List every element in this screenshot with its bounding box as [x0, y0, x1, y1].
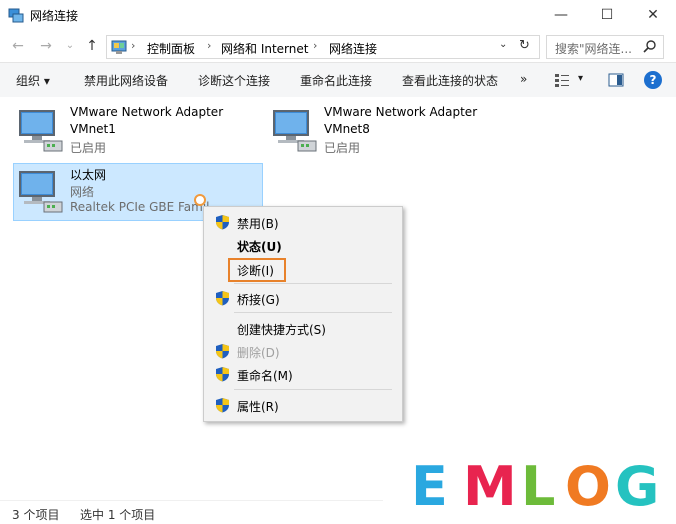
help-icon[interactable]: ?	[644, 71, 662, 89]
connection-status: 已启用	[324, 141, 361, 155]
menu-separator	[234, 389, 392, 390]
connection-network: VMnet1	[70, 122, 116, 136]
connection-network: VMnet8	[324, 122, 370, 136]
address-box[interactable]: › 控制面板 › 网络和 Internet › 网络连接 ⌄ ↻	[106, 35, 540, 59]
minimize-button[interactable]: —	[538, 0, 584, 30]
menu-item-label: 禁用(B)	[237, 217, 279, 231]
back-button[interactable]: ←	[8, 36, 28, 56]
breadcrumb-network-internet[interactable]: 网络和 Internet	[221, 40, 308, 57]
change-view-icon[interactable]	[554, 72, 570, 88]
emlog-watermark-logo: E M L O G	[383, 452, 676, 523]
menu-item-create-shortcut[interactable]: 创建快捷方式(S)	[204, 317, 402, 339]
menu-item-properties[interactable]: 属性(R)	[204, 394, 402, 416]
diagnose-connection-button[interactable]: 诊断这个连接	[198, 72, 270, 89]
uac-shield-icon	[216, 344, 229, 359]
watermark-letter: G	[615, 455, 660, 518]
menu-item-label: 桥接(G)	[237, 293, 280, 307]
menu-separator	[234, 283, 392, 284]
search-placeholder: 搜索"网络连...	[555, 42, 632, 56]
breadcrumb-separator: ›	[207, 39, 212, 52]
address-bar: ← → ⌄ ↑ › 控制面板 › 网络和 Internet › 网络连接 ⌄ ↻…	[0, 30, 676, 62]
connection-name: 以太网	[70, 168, 107, 182]
maximize-button[interactable]: ☐	[584, 0, 630, 30]
menu-item-label: 状态(U)	[237, 240, 282, 254]
connection-status: 已启用	[70, 141, 107, 155]
list-item[interactable]: VMware Network Adapter VMnet8 已启用	[268, 103, 498, 159]
menu-item-disable[interactable]: 禁用(B)	[204, 211, 402, 233]
list-item[interactable]: VMware Network Adapter VMnet1 已启用	[14, 103, 244, 159]
search-icon[interactable]	[643, 39, 657, 53]
watermark-letter: M	[463, 455, 517, 518]
uac-shield-icon	[216, 291, 229, 306]
network-adapter-icon	[19, 110, 63, 152]
rename-connection-button[interactable]: 重命名此连接	[300, 72, 372, 89]
menu-item-delete: 删除(D)	[204, 340, 402, 362]
forward-button[interactable]: →	[36, 36, 56, 56]
view-options-dropdown[interactable]: ▾	[578, 73, 583, 84]
menu-item-status[interactable]: 状态(U)	[204, 234, 402, 256]
organize-menu[interactable]: 组织 ▾	[16, 72, 50, 89]
annotation-highlight	[228, 258, 286, 282]
menu-item-bridge[interactable]: 桥接(G)	[204, 287, 402, 309]
connection-network: 网络	[70, 185, 95, 199]
disable-device-button[interactable]: 禁用此网络设备	[84, 72, 168, 89]
watermark-letter: O	[565, 455, 611, 518]
close-button[interactable]: ✕	[630, 0, 676, 30]
search-input[interactable]: 搜索"网络连...	[546, 35, 664, 59]
refresh-icon[interactable]: ↻	[519, 38, 530, 53]
breadcrumb-separator: ›	[131, 39, 136, 52]
menu-item-rename[interactable]: 重命名(M)	[204, 363, 402, 385]
preview-pane-icon[interactable]	[608, 72, 624, 88]
breadcrumb-network-connections[interactable]: 网络连接	[329, 40, 377, 57]
network-adapter-icon	[273, 110, 317, 152]
network-connections-icon	[8, 8, 24, 23]
uac-shield-icon	[216, 398, 229, 413]
up-button[interactable]: ↑	[82, 36, 102, 56]
breadcrumb-separator: ›	[313, 39, 318, 52]
watermark-letter: L	[521, 455, 556, 518]
context-menu: 禁用(B) 状态(U) 诊断(I) 桥接(G) 创建快捷方式(S) 删除(D)	[203, 206, 403, 422]
control-panel-icon	[111, 40, 127, 54]
window-title: 网络连接	[30, 9, 79, 23]
view-status-button[interactable]: 查看此连接的状态	[402, 72, 498, 89]
menu-item-label: 重命名(M)	[237, 369, 293, 383]
command-bar: 组织 ▾ 禁用此网络设备 诊断这个连接 重命名此连接 查看此连接的状态 » ▾ …	[0, 62, 676, 98]
connection-name: VMware Network Adapter	[70, 105, 224, 119]
selection-count: 选中 1 个项目	[80, 508, 156, 522]
uac-shield-icon	[216, 367, 229, 382]
ethernet-adapter-icon	[19, 171, 63, 213]
breadcrumb-control-panel[interactable]: 控制面板	[147, 40, 195, 57]
watermark-letter: E	[411, 455, 448, 518]
recent-locations-button[interactable]: ⌄	[60, 36, 80, 56]
menu-separator	[234, 312, 392, 313]
menu-item-label: 删除(D)	[237, 346, 280, 360]
address-dropdown-icon[interactable]: ⌄	[499, 39, 507, 50]
connection-device: Realtek PCIe GBE Famil	[70, 200, 210, 214]
connection-name: VMware Network Adapter	[324, 105, 478, 119]
menu-item-label: 创建快捷方式(S)	[237, 323, 326, 337]
menu-item-label: 属性(R)	[237, 400, 279, 414]
click-indicator-icon	[194, 194, 206, 206]
more-commands-button[interactable]: »	[520, 72, 527, 86]
uac-shield-icon	[216, 215, 229, 230]
item-count: 3 个项目	[12, 508, 60, 522]
title-bar: 网络连接 — ☐ ✕	[0, 0, 676, 31]
